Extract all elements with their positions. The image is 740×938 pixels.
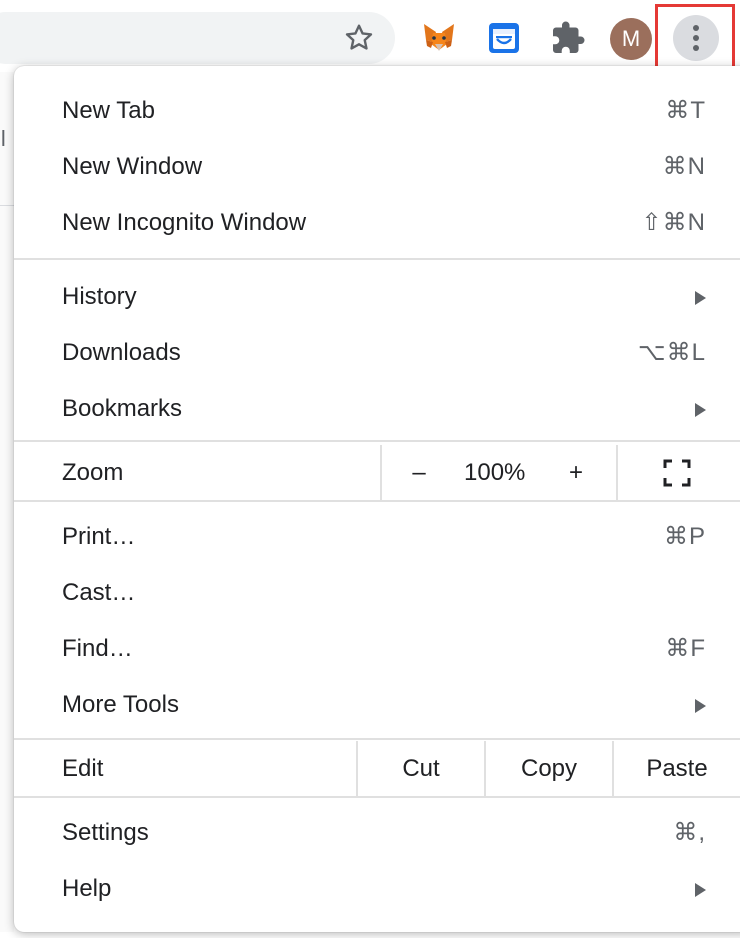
metamask-fox-icon[interactable]	[421, 20, 457, 56]
copy-button[interactable]: Copy	[486, 741, 612, 797]
menu-item-history[interactable]: History	[14, 269, 740, 325]
menu-separator	[14, 796, 740, 798]
menu-item-shortcut: ⌘T	[665, 97, 706, 124]
browser-toolbar: M	[0, 0, 740, 72]
profile-avatar[interactable]: M	[610, 18, 652, 60]
menu-item-shortcut: ⌘F	[665, 635, 706, 662]
submenu-arrow-icon	[695, 403, 706, 417]
submenu-arrow-icon	[695, 699, 706, 713]
menu-item-label: Bookmarks	[62, 395, 183, 422]
edit-row: Edit Cut Copy Paste	[14, 741, 740, 797]
menu-item-label: New Window	[62, 153, 203, 180]
menu-item-shortcut: ⇧⌘N	[641, 209, 706, 236]
menu-item-label: More Tools	[62, 691, 179, 718]
menu-item-label: New Incognito Window	[62, 209, 307, 236]
menu-item-label: New Tab	[62, 97, 155, 124]
zoom-in-button[interactable]: +	[566, 445, 586, 501]
menu-item-cast[interactable]: Cast…	[14, 565, 740, 621]
menu-item-settings[interactable]: Settings ⌘,	[14, 805, 740, 861]
zoom-divider	[616, 445, 618, 501]
menu-item-label: Print…	[62, 523, 136, 550]
menu-item-new-incognito-window[interactable]: New Incognito Window ⇧⌘N	[14, 195, 740, 251]
zoom-row: Zoom – 100% +	[14, 445, 740, 501]
menu-item-help[interactable]: Help	[14, 861, 740, 917]
address-bar[interactable]	[0, 12, 395, 64]
menu-item-new-tab[interactable]: New Tab ⌘T	[14, 83, 740, 139]
highlight-box	[655, 4, 735, 70]
page-partial-text: il	[0, 126, 6, 151]
menu-item-new-window[interactable]: New Window ⌘N	[14, 139, 740, 195]
page-divider	[0, 205, 14, 206]
menu-item-shortcut: ⌘P	[663, 523, 706, 550]
zoom-out-button[interactable]: –	[411, 445, 427, 501]
submenu-arrow-icon	[695, 883, 706, 897]
page-background	[0, 72, 14, 932]
menu-item-shortcut: ⌘,	[673, 819, 706, 846]
calendar-extension-icon[interactable]	[486, 20, 522, 56]
zoom-level: 100%	[464, 459, 526, 486]
cut-button[interactable]: Cut	[358, 741, 484, 797]
menu-item-label: History	[62, 283, 137, 310]
zoom-label: Zoom	[62, 459, 124, 486]
menu-item-label: Settings	[62, 819, 149, 846]
edit-label: Edit	[62, 755, 104, 782]
menu-item-more-tools[interactable]: More Tools	[14, 677, 740, 733]
menu-separator	[14, 500, 740, 502]
menu-separator	[14, 440, 740, 442]
menu-item-label: Find…	[62, 635, 133, 662]
chrome-main-menu: New Tab ⌘T New Window ⌘N New Incognito W…	[14, 66, 740, 932]
menu-separator	[14, 258, 740, 260]
fullscreen-icon[interactable]	[663, 459, 691, 487]
menu-item-label: Downloads	[62, 339, 181, 366]
star-icon[interactable]	[343, 22, 375, 54]
menu-item-label: Help	[62, 875, 112, 902]
menu-item-bookmarks[interactable]: Bookmarks	[14, 381, 740, 437]
extensions-puzzle-icon[interactable]	[550, 20, 586, 56]
submenu-arrow-icon	[695, 291, 706, 305]
paste-button[interactable]: Paste	[614, 741, 740, 797]
menu-item-shortcut: ⌘N	[662, 153, 706, 180]
zoom-divider	[380, 445, 382, 501]
menu-item-shortcut: ⌥⌘L	[637, 339, 706, 366]
menu-item-label: Cast…	[62, 579, 136, 606]
menu-item-downloads[interactable]: Downloads ⌥⌘L	[14, 325, 740, 381]
menu-item-find[interactable]: Find… ⌘F	[14, 621, 740, 677]
menu-separator	[14, 738, 740, 740]
menu-item-print[interactable]: Print… ⌘P	[14, 509, 740, 565]
